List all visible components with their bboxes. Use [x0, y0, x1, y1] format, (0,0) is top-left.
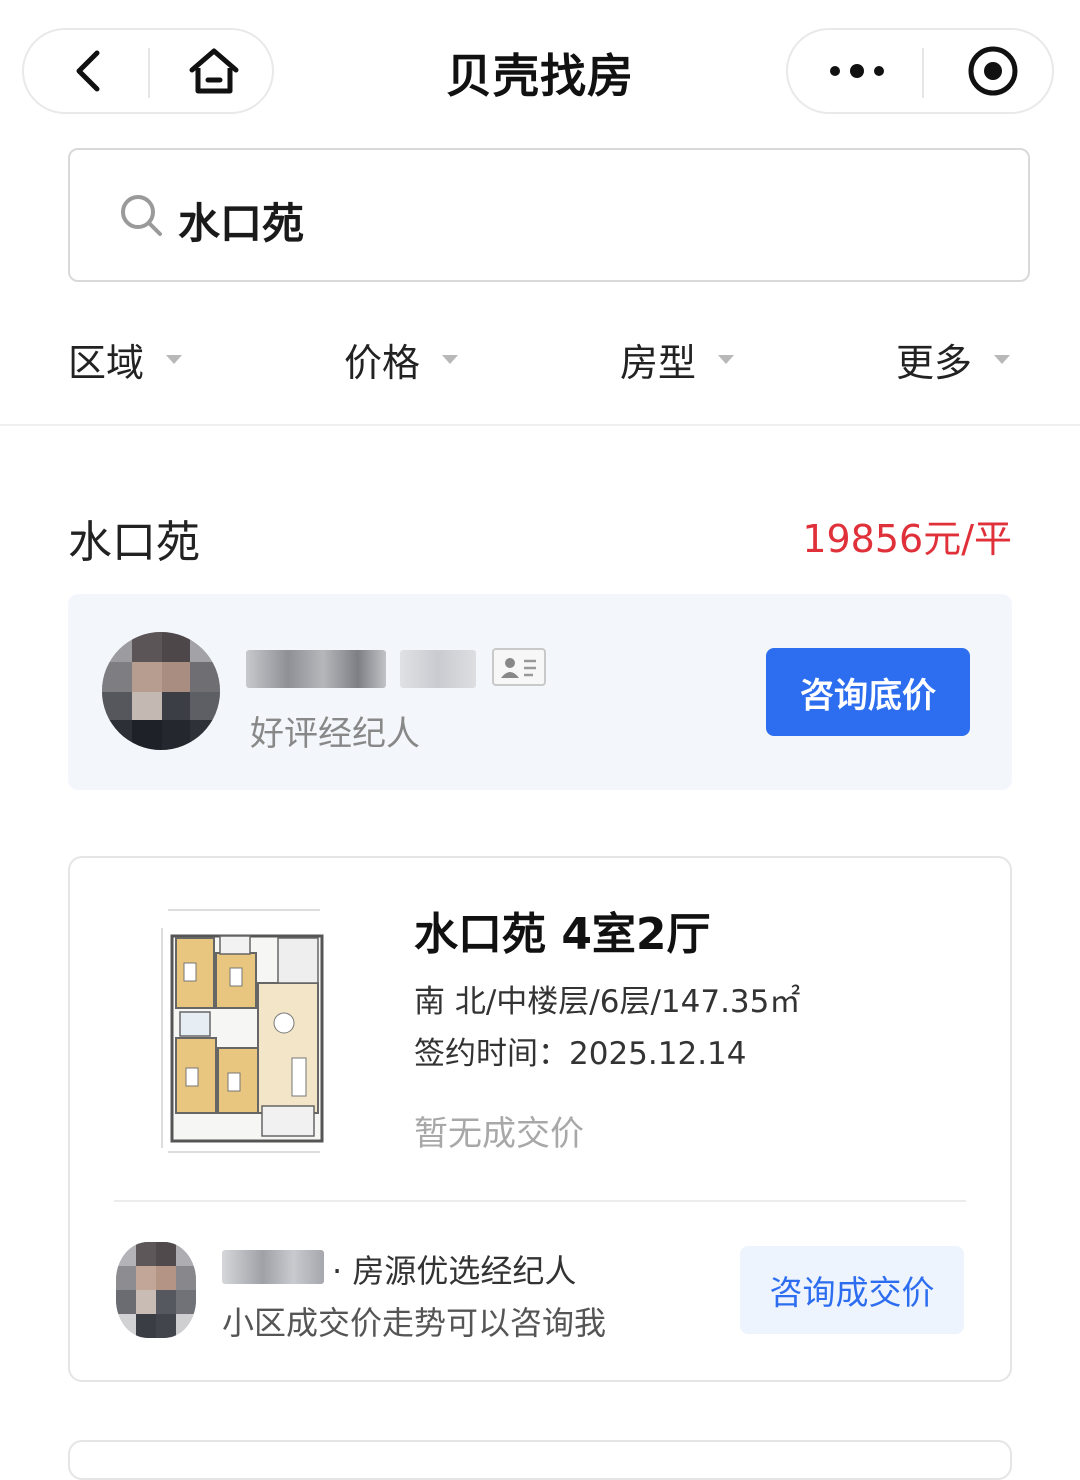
id-card-icon[interactable] — [492, 648, 546, 686]
search-box[interactable]: 水口苑 — [68, 148, 1030, 282]
listing-agent-role: · 房源优选经纪人 — [332, 1252, 577, 1290]
next-listing-card[interactable] — [68, 1440, 1012, 1480]
filter-region[interactable]: 区域 — [68, 334, 183, 385]
featured-agent-card[interactable]: 好评经纪人 咨询底价 — [68, 594, 1012, 790]
filter-more[interactable]: 更多 — [896, 334, 1011, 385]
search-input-value[interactable]: 水口苑 — [178, 190, 304, 251]
listing-sign-date: 签约时间：2025.12.14 — [414, 1036, 747, 1072]
more-button[interactable] — [802, 30, 912, 112]
agent-subtitle: 好评经纪人 — [250, 714, 420, 754]
filter-price[interactable]: 价格 — [344, 334, 459, 385]
filter-label: 更多 — [896, 340, 973, 385]
target-circle-icon — [968, 46, 1018, 96]
ask-deal-price-button[interactable]: 咨询成交价 — [740, 1246, 964, 1334]
caret-down-icon — [718, 354, 735, 364]
nav-capsule-right — [786, 28, 1054, 114]
floorplan-image[interactable] — [160, 908, 330, 1158]
filter-label: 区域 — [68, 340, 145, 385]
listing-agent-avatar[interactable] — [116, 1242, 196, 1338]
community-name[interactable]: 水口苑 — [68, 506, 200, 570]
listing-agent-name-redacted — [222, 1250, 324, 1284]
community-avg-price: 19856元/平 — [802, 517, 1012, 561]
caret-down-icon — [442, 354, 459, 364]
card-divider — [114, 1200, 966, 1202]
caret-down-icon — [166, 354, 183, 364]
agent-avatar[interactable] — [102, 632, 220, 750]
more-dots-icon — [830, 64, 884, 78]
listing-title[interactable]: 水口苑 4室2厅 — [414, 898, 711, 962]
capsule-divider — [922, 48, 924, 98]
filter-layout[interactable]: 房型 — [620, 334, 735, 385]
search-icon — [121, 195, 162, 236]
filter-label: 房型 — [620, 340, 697, 385]
listing-card[interactable]: 水口苑 4室2厅 南 北/中楼层/6层/147.35㎡ 签约时间：2025.12… — [68, 856, 1012, 1382]
filter-divider — [0, 424, 1080, 426]
ask-floor-price-button[interactable]: 咨询底价 — [766, 648, 970, 736]
close-miniprogram-button[interactable] — [938, 30, 1048, 112]
filter-label: 价格 — [344, 340, 421, 385]
listing-meta: 南 北/中楼层/6层/147.35㎡ — [414, 984, 801, 1020]
listing-deal-price: 暂无成交价 — [414, 1114, 584, 1154]
agent-company-redacted — [400, 650, 476, 688]
agent-name-redacted — [246, 650, 386, 688]
caret-down-icon — [994, 354, 1011, 364]
listing-agent-tagline: 小区成交价走势可以咨询我 — [222, 1304, 607, 1342]
